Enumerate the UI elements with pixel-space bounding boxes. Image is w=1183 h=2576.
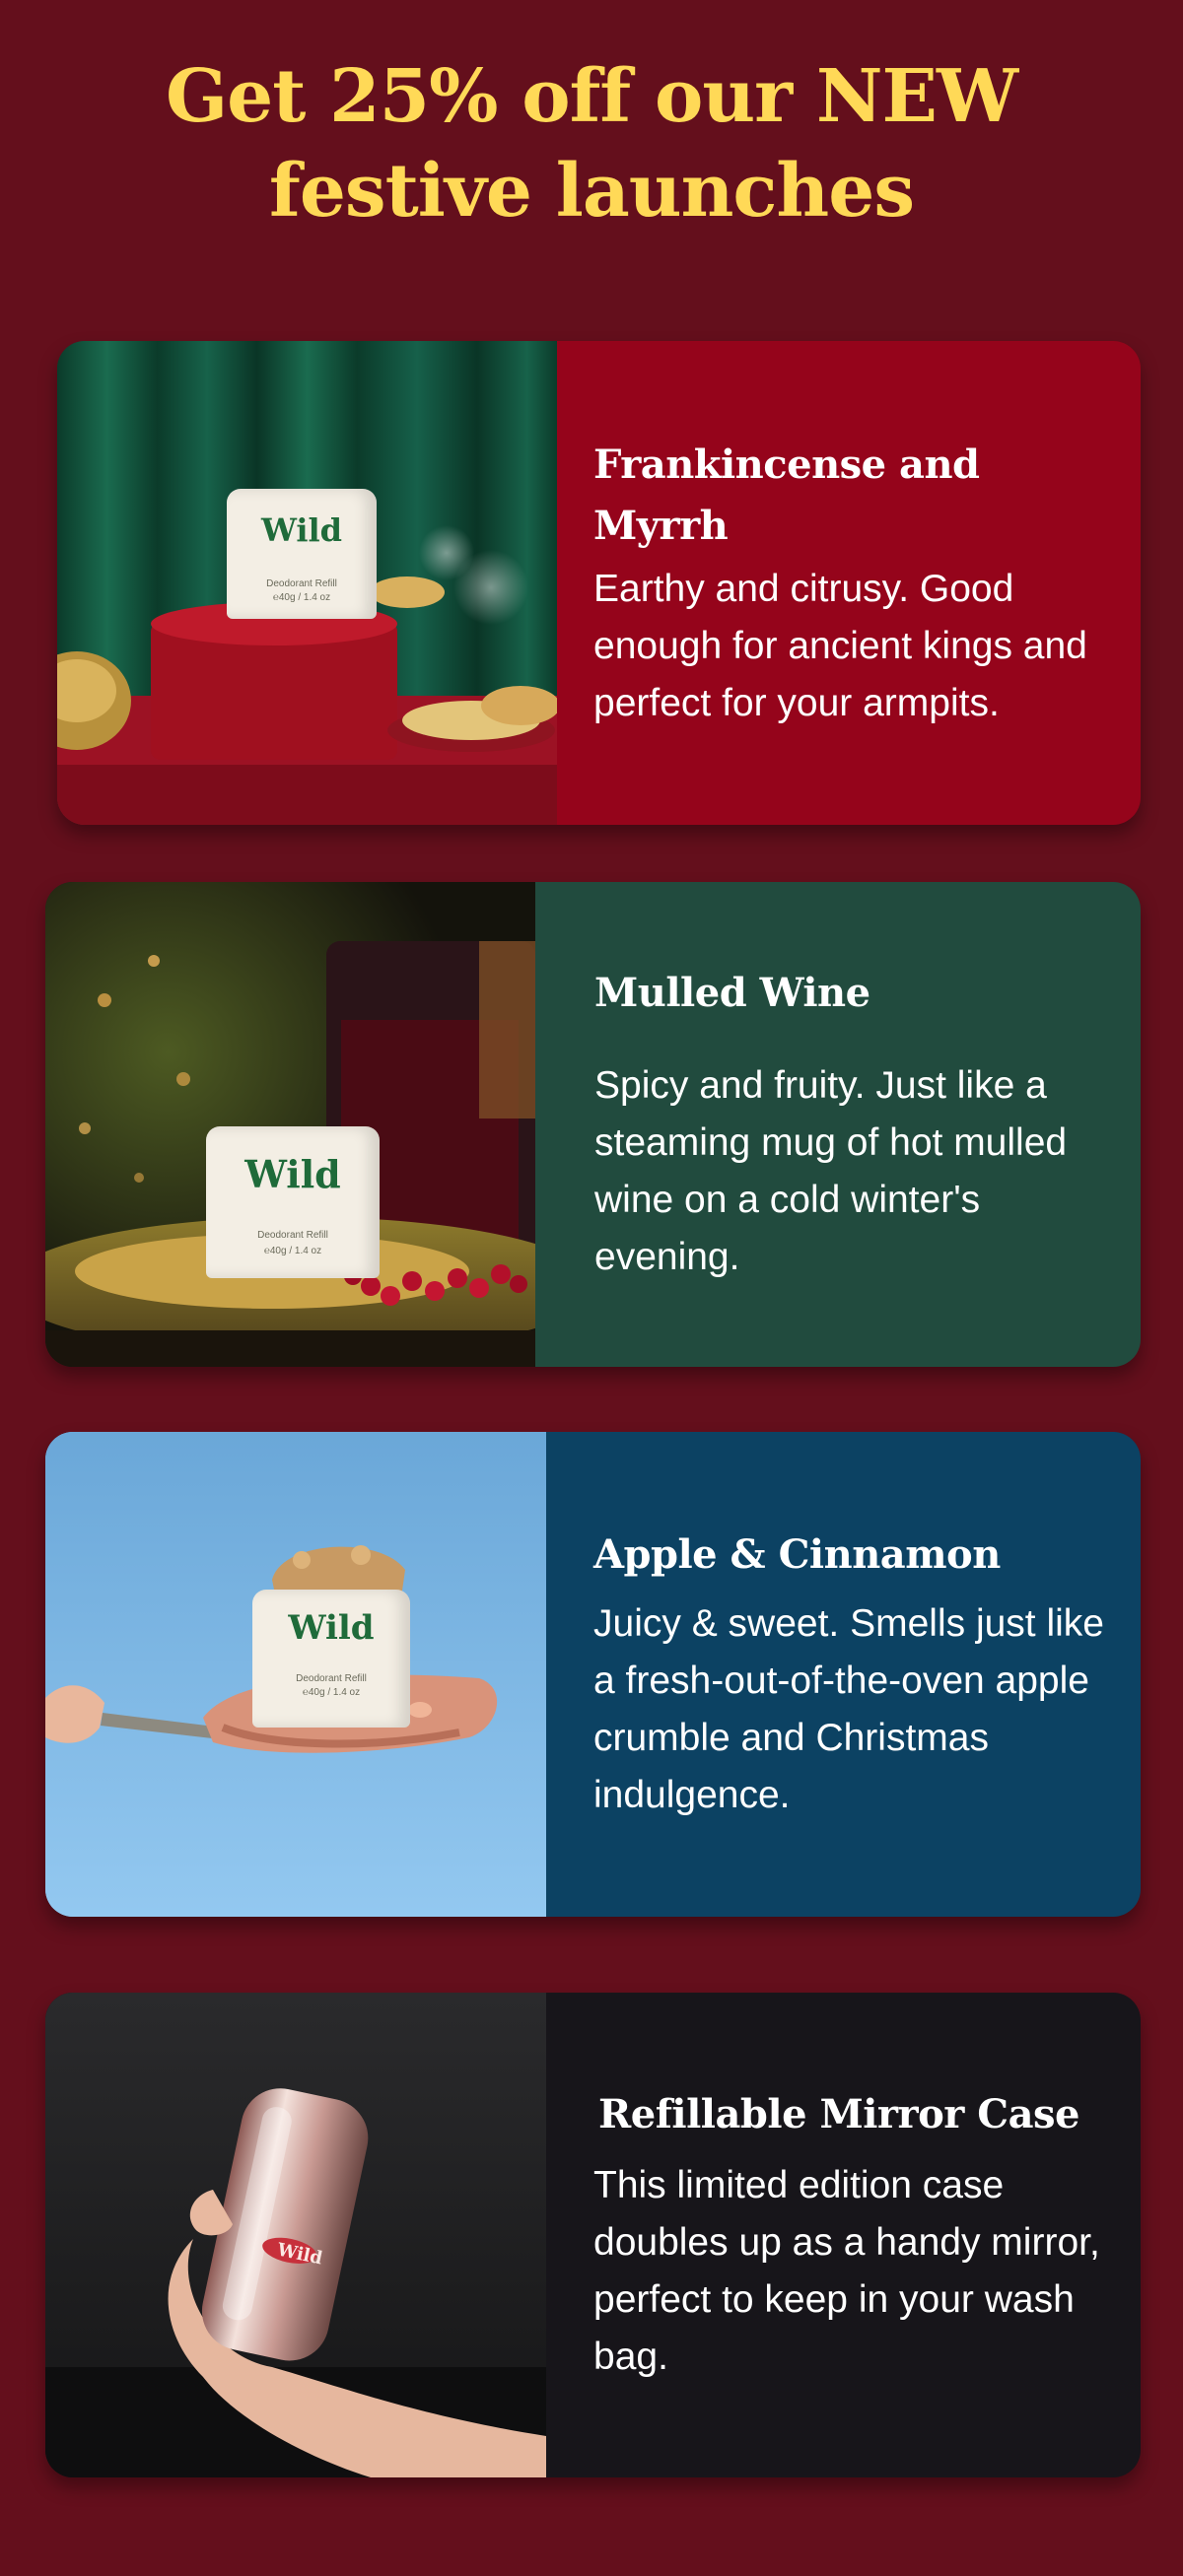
product-title-line1: Frankincense and xyxy=(593,441,980,488)
product-title: Frankincense and Myrrh xyxy=(593,435,1111,557)
product-title: Apple & Cinnamon xyxy=(593,1531,1001,1578)
product-title: Mulled Wine xyxy=(594,970,870,1016)
product-text-mulled-wine: Mulled Wine Spicy and fruity. Just like … xyxy=(535,882,1141,1367)
product-description: Spicy and fruity. Just like a steaming m… xyxy=(594,1064,1068,1278)
pot-weight: ℮40g / 1.4 oz xyxy=(302,1687,361,1698)
pot-brand: Wild xyxy=(244,1152,341,1196)
pot-brand: Wild xyxy=(260,511,343,549)
deodorant-refill-pot: Wild Deodorant Refill ℮40g / 1.4 oz xyxy=(227,489,377,619)
pot-label: Deodorant Refill xyxy=(296,1673,367,1684)
mulled-wine-scene xyxy=(45,882,535,1367)
pot-weight: ℮40g / 1.4 oz xyxy=(272,592,331,603)
pot-label: Deodorant Refill xyxy=(266,578,337,589)
product-image-apple-cinnamon[interactable]: Wild Deodorant Refill ℮40g / 1.4 oz xyxy=(45,1432,546,1917)
product-image-mulled-wine[interactable]: Wild Deodorant Refill ℮40g / 1.4 oz xyxy=(45,882,535,1367)
pot-brand: Wild xyxy=(288,1608,375,1648)
promo-headline: Get 25% off our NEW festive launches xyxy=(0,49,1183,238)
product-text-frankincense: Frankincense and Myrrh Earthy and citrus… xyxy=(557,341,1141,825)
product-card-mirror-case[interactable]: Wild Refillable Mirror Case This limited… xyxy=(45,1993,1141,2477)
product-image-mirror-case[interactable]: Wild xyxy=(45,1993,546,2477)
deodorant-refill-pot: Wild Deodorant Refill ℮40g / 1.4 oz xyxy=(206,1126,380,1278)
mirror-case-scene xyxy=(45,1993,546,2477)
product-image-frankincense[interactable]: Wild Deodorant Refill ℮40g / 1.4 oz xyxy=(57,341,557,825)
product-title: Refillable Mirror Case xyxy=(598,2091,1079,2137)
pot-weight: ℮40g / 1.4 oz xyxy=(263,1246,322,1256)
product-title-line2: Myrrh xyxy=(593,502,729,549)
product-description: Earthy and citrusy. Good enough for anci… xyxy=(593,567,1087,724)
product-text-apple-cinnamon: Apple & Cinnamon Juicy & sweet. Smells j… xyxy=(546,1432,1141,1917)
promo-headline-line1: Get 25% off our NEW xyxy=(165,54,1018,139)
product-card-apple-cinnamon[interactable]: Wild Deodorant Refill ℮40g / 1.4 oz Appl… xyxy=(45,1432,1141,1917)
product-description: This limited edition case doubles up as … xyxy=(593,2164,1100,2378)
deodorant-refill-pot: Wild Deodorant Refill ℮40g / 1.4 oz xyxy=(252,1590,410,1728)
product-description: Juicy & sweet. Smells just like a fresh-… xyxy=(593,1602,1104,1816)
product-text-mirror-case: Refillable Mirror Case This limited edit… xyxy=(546,1993,1141,2477)
product-card-mulled-wine[interactable]: Wild Deodorant Refill ℮40g / 1.4 oz Mull… xyxy=(45,882,1141,1367)
pot-label: Deodorant Refill xyxy=(257,1230,328,1241)
promo-headline-line2: festive launches xyxy=(269,149,915,234)
product-card-frankincense[interactable]: Wild Deodorant Refill ℮40g / 1.4 oz Fran… xyxy=(57,341,1141,825)
